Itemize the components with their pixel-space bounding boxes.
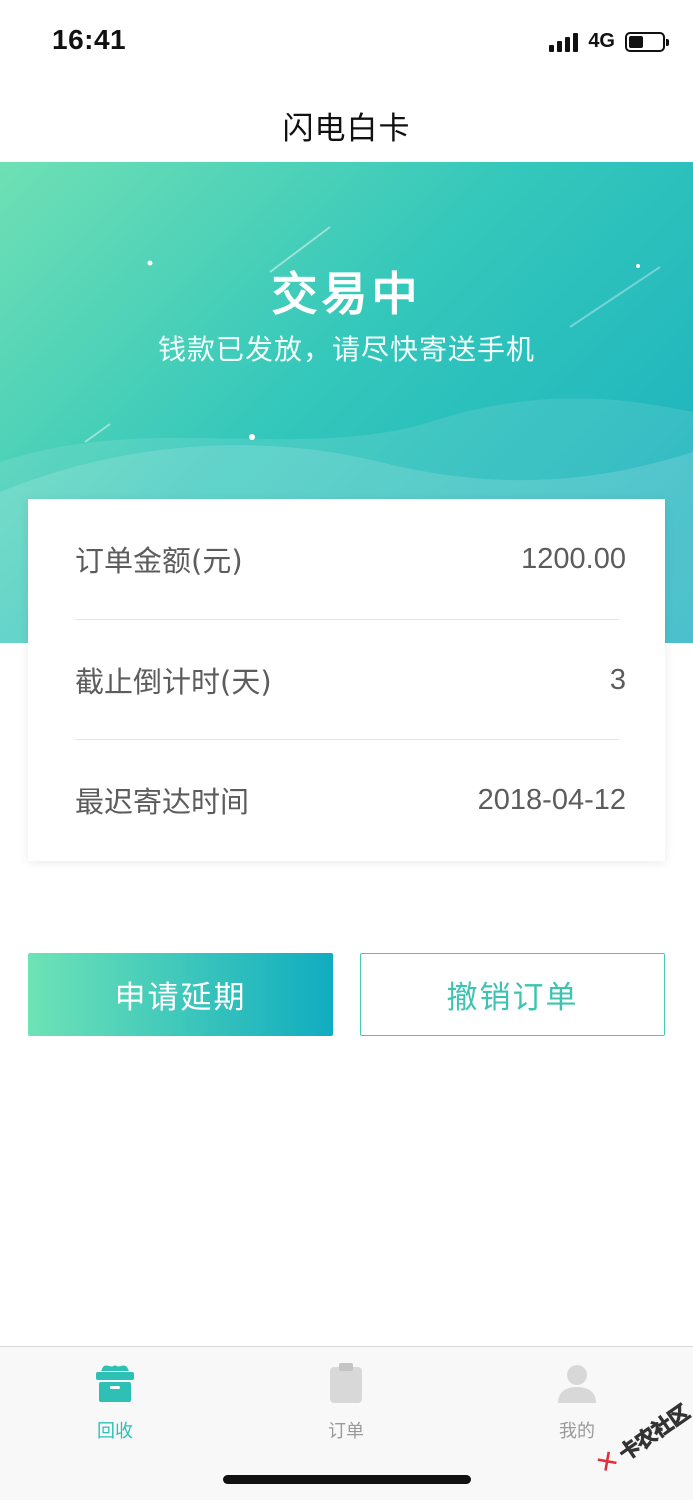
status-message: 钱款已发放，请尽快寄送手机 <box>157 333 535 366</box>
signal-icon <box>549 32 579 52</box>
home-indicator[interactable] <box>223 1475 471 1484</box>
page-title: 闪电白卡 <box>282 110 411 147</box>
order-info-card: 订单金额(元) 1200.00 截止倒计时(天) 3 最迟寄达时间 2018-0… <box>28 499 665 861</box>
status-indicators: 4G <box>549 30 669 53</box>
countdown-row: 截止倒计时(天) 3 <box>75 620 626 740</box>
tab-orders[interactable]: 订单 <box>266 1361 426 1451</box>
network-type: 4G <box>588 30 615 52</box>
order-amount-row: 订单金额(元) 1200.00 <box>75 499 626 619</box>
countdown-value: 3 <box>609 663 626 696</box>
status-time: 16:41 <box>52 24 127 55</box>
watermark-text: 卡农社区 <box>614 1399 693 1466</box>
deadline-row: 最迟寄达时间 2018-04-12 <box>75 740 626 860</box>
battery-icon <box>625 31 669 52</box>
tab-label: 订单 <box>328 1421 364 1442</box>
order-amount-label: 订单金额(元) <box>75 544 243 578</box>
tab-label: 回收 <box>97 1421 133 1442</box>
person-icon <box>558 1365 596 1403</box>
tab-recycle[interactable]: 回收 <box>35 1361 195 1451</box>
deadline-value: 2018-04-12 <box>477 783 626 816</box>
nav-bar: 闪电白卡 <box>0 88 693 162</box>
transaction-status: 交易中 <box>271 267 422 321</box>
countdown-label: 截止倒计时(天) <box>75 665 272 699</box>
order-amount-value: 1200.00 <box>521 542 626 575</box>
extend-button[interactable]: 申请延期 <box>28 953 333 1036</box>
box-icon <box>96 1365 134 1402</box>
deadline-label: 最迟寄达时间 <box>75 785 250 819</box>
cancel-order-button[interactable]: 撤销订单 <box>360 953 665 1036</box>
clipboard-icon <box>330 1363 362 1403</box>
status-bar: 16:41 4G <box>0 0 693 88</box>
